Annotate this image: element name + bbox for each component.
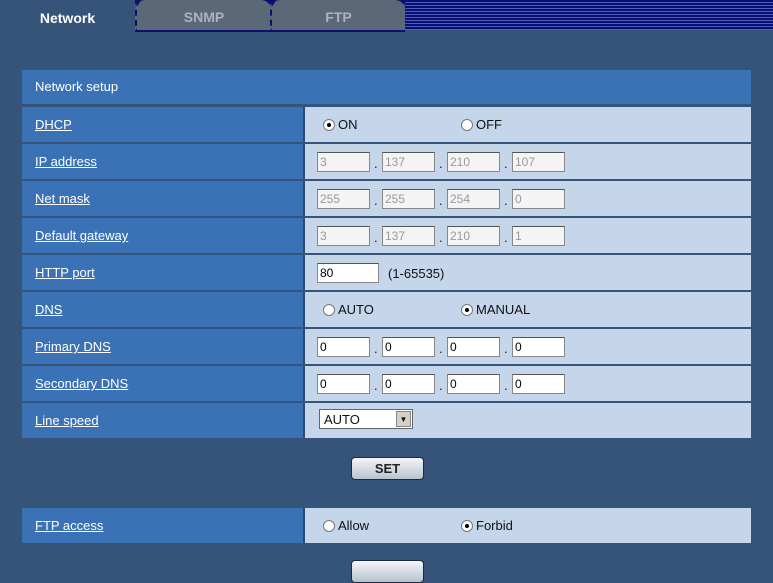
primary-dns-link[interactable]: Primary DNS (35, 339, 111, 354)
default_gateway-octet-2[interactable] (382, 226, 435, 246)
http-port-row: HTTP port (1-65535) (22, 255, 751, 290)
secondary_dns-octet-4[interactable] (512, 374, 565, 394)
http-port-link[interactable]: HTTP port (35, 265, 95, 280)
net_mask-octet-3[interactable] (447, 189, 500, 209)
ftp-access-row: FTP access Allow Forbid (22, 508, 751, 543)
primary-dns-row: Primary DNS ... (22, 329, 751, 364)
primary_dns-octet-1[interactable] (317, 337, 370, 357)
octet-separator: . (439, 341, 443, 356)
octet-separator: . (374, 341, 378, 356)
default_gateway-octet-1[interactable] (317, 226, 370, 246)
ftp-allow-radio[interactable]: Allow (323, 518, 369, 533)
primary_dns-octet-2[interactable] (382, 337, 435, 357)
secondary_dns-octet-3[interactable] (447, 374, 500, 394)
octet-separator: . (439, 193, 443, 208)
octet-separator: . (504, 341, 508, 356)
octet-separator: . (439, 156, 443, 171)
ip_address-octet-2[interactable] (382, 152, 435, 172)
secondary-dns-row: Secondary DNS ... (22, 366, 751, 401)
net-mask-row: Net mask ... (22, 181, 751, 216)
line-speed-row: Line speed AUTO ▼ (22, 403, 751, 438)
secondary-dns-link[interactable]: Secondary DNS (35, 376, 128, 391)
line-speed-select[interactable]: AUTO ▼ (319, 409, 413, 429)
dns-manual-radio[interactable]: MANUAL (461, 302, 530, 317)
octet-separator: . (504, 378, 508, 393)
octet-separator: . (439, 230, 443, 245)
octet-separator: . (374, 378, 378, 393)
octet-separator: . (439, 378, 443, 393)
net_mask-octet-2[interactable] (382, 189, 435, 209)
dhcp-off-radio[interactable]: OFF (461, 117, 502, 132)
dhcp-link[interactable]: DHCP (35, 117, 72, 132)
ftp-access-link[interactable]: FTP access (35, 518, 103, 533)
dns-link[interactable]: DNS (35, 302, 62, 317)
ip_address-octet-1[interactable] (317, 152, 370, 172)
ip-address-row: IP address ... (22, 144, 751, 179)
secondary_dns-octet-1[interactable] (317, 374, 370, 394)
tab-ftp[interactable]: FTP (270, 0, 405, 32)
dhcp-on-radio[interactable]: ON (323, 117, 358, 132)
line-speed-link[interactable]: Line speed (35, 413, 99, 428)
set-button[interactable]: SET (351, 457, 424, 480)
octet-separator: . (374, 156, 378, 171)
http-port-input[interactable] (317, 263, 379, 283)
octet-separator: . (504, 193, 508, 208)
primary_dns-octet-3[interactable] (447, 337, 500, 357)
set-button-ftp[interactable] (351, 560, 424, 583)
net-mask-link[interactable]: Net mask (35, 191, 90, 206)
ip_address-octet-4[interactable] (512, 152, 565, 172)
http-port-range: (1-65535) (388, 266, 445, 281)
default-gateway-link[interactable]: Default gateway (35, 228, 128, 243)
dns-auto-radio[interactable]: AUTO (323, 302, 374, 317)
octet-separator: . (374, 230, 378, 245)
ip-address-link[interactable]: IP address (35, 154, 97, 169)
tab-snmp[interactable]: SNMP (135, 0, 271, 32)
chevron-down-icon[interactable]: ▼ (396, 411, 411, 427)
dns-row: DNS AUTO MANUAL (22, 292, 751, 327)
default_gateway-octet-3[interactable] (447, 226, 500, 246)
default-gateway-row: Default gateway ... (22, 218, 751, 253)
octet-separator: . (504, 230, 508, 245)
default_gateway-octet-4[interactable] (512, 226, 565, 246)
net_mask-octet-1[interactable] (317, 189, 370, 209)
primary_dns-octet-4[interactable] (512, 337, 565, 357)
tab-network[interactable]: Network (0, 0, 135, 34)
tab-bar-stripes (405, 0, 773, 30)
dhcp-row: DHCP ON OFF (22, 107, 751, 142)
octet-separator: . (504, 156, 508, 171)
section-title: Network setup (22, 70, 751, 104)
net_mask-octet-4[interactable] (512, 189, 565, 209)
ip_address-octet-3[interactable] (447, 152, 500, 172)
ftp-forbid-radio[interactable]: Forbid (461, 518, 513, 533)
octet-separator: . (374, 193, 378, 208)
secondary_dns-octet-2[interactable] (382, 374, 435, 394)
